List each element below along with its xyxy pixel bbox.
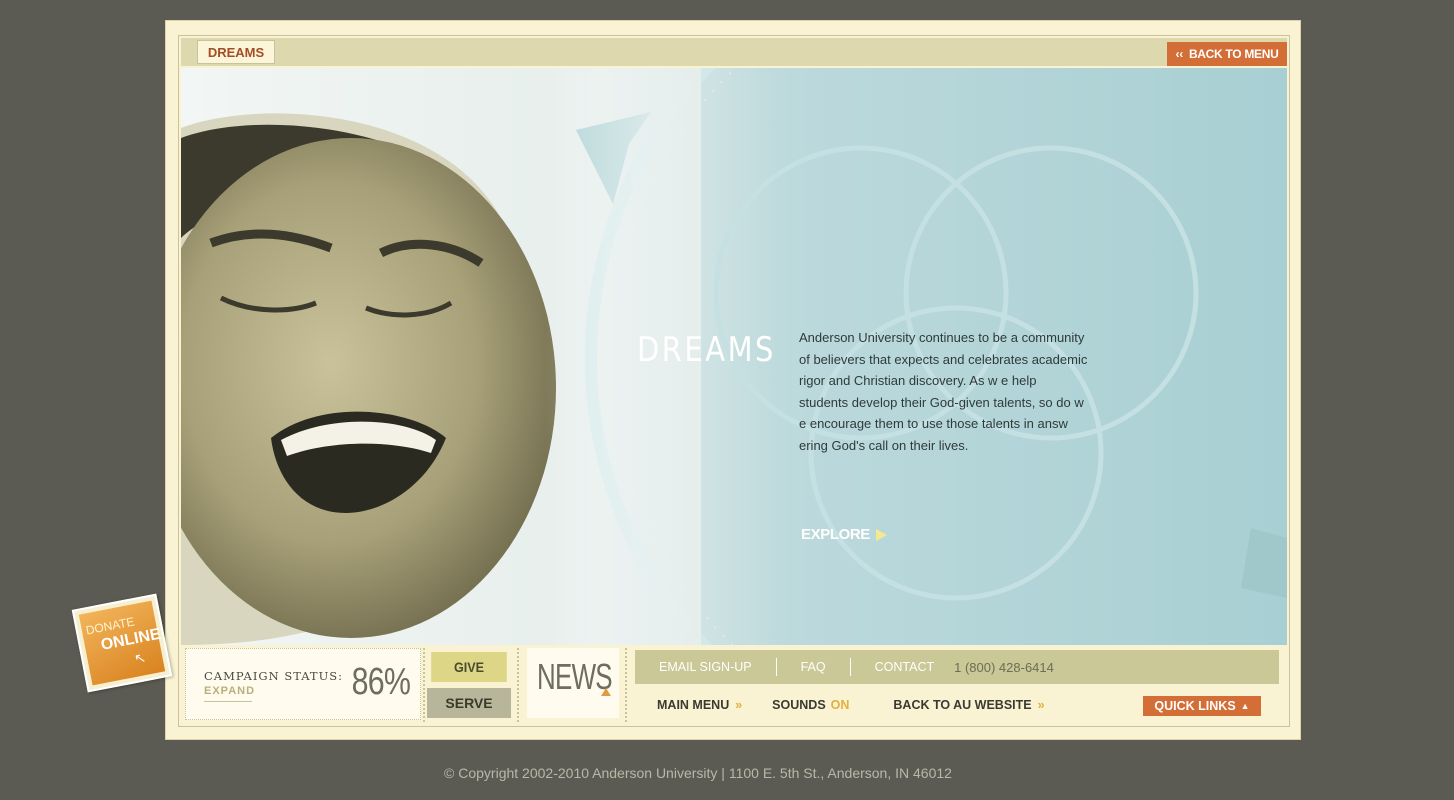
site-links-bar: MAIN MENU » SOUNDS ON BACK TO AU WEBSITE…	[635, 690, 1279, 720]
triangle-up-icon: ▲	[1240, 701, 1250, 711]
contact-link[interactable]: CONTACT	[875, 660, 935, 674]
divider	[625, 648, 627, 722]
email-signup-link[interactable]: EMAIL SIGN-UP	[659, 660, 752, 674]
double-chevron-right-icon: »	[1037, 698, 1045, 712]
faq-link[interactable]: FAQ	[801, 660, 826, 674]
divider	[517, 648, 519, 722]
back-to-menu-button[interactable]: ‹‹ BACK TO MENU	[1167, 42, 1287, 66]
hero-banner: DREAMS Anderson University continues to …	[181, 68, 1287, 645]
campaign-status-label: CAMPAIGN STATUS:	[204, 669, 344, 683]
back-to-menu-label: BACK TO MENU	[1188, 47, 1279, 61]
sounds-toggle[interactable]: SOUNDS	[772, 698, 825, 712]
divider	[423, 648, 425, 722]
donate-online-button[interactable]: DONATE ONLINE ↖	[71, 593, 173, 693]
content-panel: DREAMS ‹‹ BACK TO MENU DREAMS Anderson U…	[178, 35, 1290, 727]
main-menu-link[interactable]: MAIN MENU	[657, 698, 729, 712]
bottom-nav-bar: CAMPAIGN STATUS: EXPAND 86% GIVE SERVE N…	[181, 646, 1287, 724]
utility-links-bar: EMAIL SIGN-UP FAQ CONTACT 1 (800) 428-64…	[635, 650, 1279, 684]
serve-button[interactable]: SERVE	[427, 688, 511, 718]
section-tab-dreams[interactable]: DREAMS	[197, 40, 275, 64]
campaign-expand-link[interactable]: EXPAND	[204, 685, 254, 702]
copyright-footer: © Copyright 2002-2010 Anderson Universit…	[444, 765, 952, 781]
triangle-up-icon	[601, 688, 611, 696]
hero-description: Anderson University continues to be a co…	[799, 330, 1088, 453]
link-separator	[849, 658, 851, 676]
phone-number: 1 (800) 428-6414	[954, 659, 1054, 675]
campaign-status-panel: CAMPAIGN STATUS: EXPAND 86%	[185, 648, 421, 720]
double-chevron-left-icon: ‹‹	[1175, 47, 1184, 61]
give-button[interactable]: GIVE	[431, 652, 507, 682]
quick-links-button[interactable]: QUICK LINKS ▲	[1143, 696, 1261, 716]
explore-link[interactable]: EXPLORE	[801, 526, 887, 543]
campaign-percent: 86%	[351, 661, 411, 703]
back-to-au-website-link[interactable]: BACK TO AU WEBSITE	[893, 698, 1031, 712]
explore-label: EXPLORE	[801, 526, 870, 543]
sounds-state[interactable]: ON	[831, 698, 850, 712]
link-separator	[775, 658, 777, 676]
smiling-student-photo	[181, 68, 701, 645]
top-bar: DREAMS ‹‹ BACK TO MENU	[181, 38, 1287, 66]
news-button[interactable]: NEWS	[527, 648, 619, 718]
hero-title: DREAMS	[637, 330, 776, 370]
play-triangle-icon	[875, 528, 887, 541]
quick-links-label: QUICK LINKS	[1154, 699, 1236, 713]
double-chevron-right-icon: »	[735, 698, 743, 712]
site-frame: DREAMS ‹‹ BACK TO MENU DREAMS Anderson U…	[165, 20, 1301, 740]
